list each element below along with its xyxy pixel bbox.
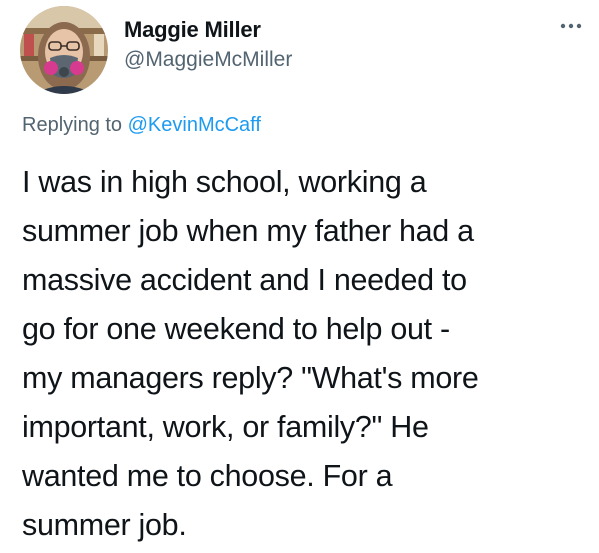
reply-to-handle-link[interactable]: @KevinMcCaff (128, 114, 261, 136)
tweet-text: I was in high school, working a summer j… (22, 158, 592, 550)
tweet-text-line: summer job. (22, 508, 187, 542)
tweet-text-line: massive accident and I needed to (22, 263, 467, 297)
display-name[interactable]: Maggie Miller (124, 17, 261, 43)
tweet-text-line: go for one weekend to help out - (22, 312, 450, 346)
more-horizontal-icon[interactable] (556, 16, 586, 36)
tweet-text-line: my managers reply? "What's more (22, 361, 479, 395)
tweet-card: Maggie Miller @MaggieMcMiller Replying t… (0, 0, 599, 553)
replying-to-label: Replying to (22, 114, 123, 136)
avatar-image (20, 6, 108, 94)
tweet-text-line: I was in high school, working a (22, 165, 427, 199)
tweet-text-line: wanted me to choose. For a (22, 459, 393, 493)
replying-to: Replying to @KevinMcCaff (22, 114, 261, 137)
avatar[interactable] (20, 6, 108, 94)
tweet-text-line: important, work, or family?" He (22, 410, 429, 444)
user-handle[interactable]: @MaggieMcMiller (124, 48, 292, 72)
tweet-text-line: summer job when my father had a (22, 214, 474, 248)
